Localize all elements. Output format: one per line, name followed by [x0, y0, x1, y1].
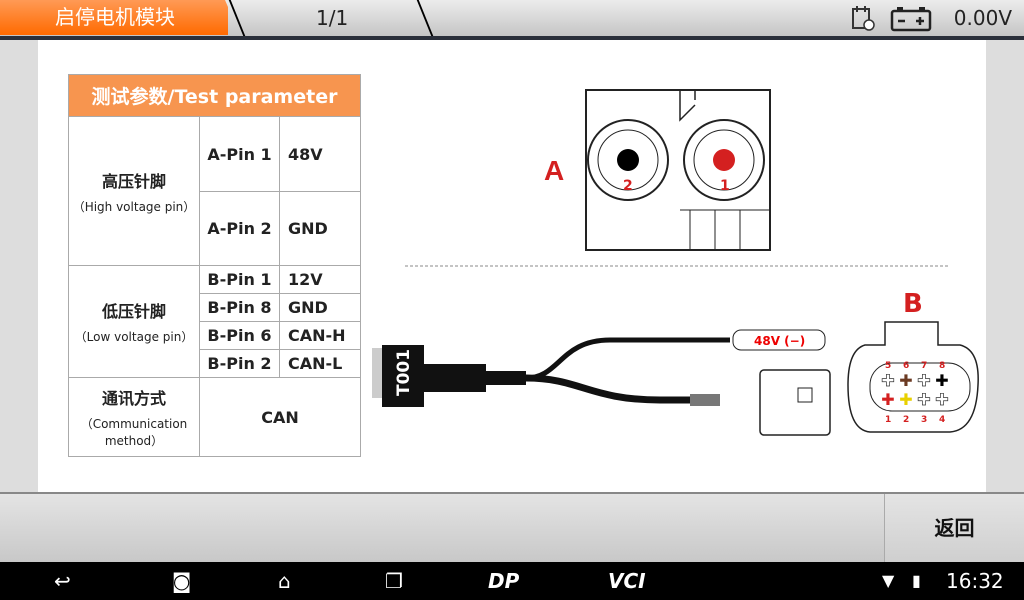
svg-text:✚: ✚ [881, 371, 894, 390]
pin-cell: B-Pin 2 [199, 349, 280, 378]
connector-a-label: A [544, 155, 564, 186]
clip-label: 48V (−) [754, 334, 805, 348]
value-cell: CAN-L [279, 349, 361, 378]
top-bar: 启停电机模块 1/1 0.00V [0, 0, 1024, 37]
tab-separator [228, 0, 246, 36]
group-label-low-voltage: 低压针脚 （Low voltage pin） [68, 265, 200, 378]
tab-separator [416, 0, 434, 36]
pin-cell: B-Pin 6 [199, 321, 280, 350]
svg-text:6: 6 [903, 361, 909, 371]
value-cell: CAN [199, 377, 361, 457]
svg-text:✚: ✚ [899, 390, 912, 409]
module-title-tab[interactable]: 启停电机模块 [0, 0, 228, 35]
back-button[interactable]: 返回 [884, 494, 1024, 562]
group-label: 通讯方式 [101, 389, 166, 408]
value-cell: 12V [279, 265, 361, 294]
value-cell: 48V [279, 116, 361, 192]
value-cell: GND [279, 191, 361, 266]
svg-text:1: 1 [885, 415, 891, 425]
group-label-communication: 通讯方式 （Communication method） [68, 377, 200, 457]
wifi-icon: ▼ [882, 571, 895, 590]
battery-icon [890, 7, 932, 32]
voltage-readout: 0.00V [953, 6, 1012, 30]
recent-apps-icon[interactable]: ❐ [385, 569, 403, 593]
pin-cell: A-Pin 1 [199, 116, 280, 192]
screenshot-camera-icon[interactable]: ◙ [172, 569, 191, 593]
clock: 16:32 [946, 569, 1004, 593]
svg-text:✚: ✚ [917, 371, 930, 390]
svg-text:8: 8 [939, 361, 945, 371]
pin-cell: B-Pin 1 [199, 265, 280, 294]
svg-text:7: 7 [921, 361, 927, 371]
vci-button[interactable]: VCI [608, 569, 646, 593]
svg-text:✚: ✚ [935, 371, 948, 390]
svg-text:5: 5 [885, 361, 891, 371]
svg-text:✚: ✚ [881, 390, 894, 409]
value-cell: CAN-H [279, 321, 361, 350]
connector-a-diagram: A 2 1 [544, 89, 771, 251]
page-indicator: 1/1 [316, 6, 349, 30]
group-sublabel: （High voltage pin） [72, 199, 196, 214]
group-label: 低压针脚 [101, 302, 166, 321]
group-label: 高压针脚 [101, 171, 166, 191]
battery-status-icon: ▮ [912, 571, 921, 590]
table-title: 测试参数/Test parameter [68, 74, 361, 117]
left-margin [0, 40, 38, 492]
bottom-toolbar [0, 492, 1024, 562]
cable-t001: T001 48V (−) [372, 329, 831, 436]
connector-b-diagram: B 5 6 7 8 1 2 3 4 ✚ ✚ ✚ ✚ ✚ ✚ ✚ ✚ [847, 289, 979, 433]
group-label-high-voltage: 高压针脚 （High voltage pin） [68, 116, 200, 266]
cable-label: T001 [394, 349, 414, 396]
calendar-alert-icon [852, 6, 875, 31]
svg-text:3: 3 [921, 415, 927, 425]
svg-text:✚: ✚ [899, 371, 912, 390]
pin-label: 2 [623, 178, 633, 194]
home-icon[interactable]: ⌂ [278, 569, 291, 593]
svg-text:4: 4 [939, 415, 945, 425]
group-sublabel: （Low voltage pin） [74, 330, 194, 344]
back-icon[interactable]: ↩ [54, 569, 71, 593]
pin-label: 1 [720, 178, 730, 194]
value-cell: GND [279, 293, 361, 322]
right-margin [986, 40, 1024, 492]
dp-button[interactable]: DP [488, 569, 519, 593]
svg-text:✚: ✚ [917, 390, 930, 409]
svg-text:2: 2 [903, 415, 909, 425]
connector-b-label: B [903, 289, 923, 319]
android-nav-bar: ↩ ◙ ⌂ ❐ DP VCI ▼ ▮ 16:32 [0, 562, 1024, 600]
svg-text:✚: ✚ [935, 390, 948, 409]
group-sublabel: （Communication method） [80, 417, 188, 448]
pin-cell: A-Pin 2 [199, 191, 280, 266]
wiring-diagram: A 2 1 T001 48V (−) B 5 6 7 8 1 2 3 4 ✚ ✚ ✚… [372, 89, 979, 436]
pin-cell: B-Pin 8 [199, 293, 280, 322]
test-parameter-table: 测试参数/Test parameter 高压针脚 （High voltage pi… [68, 74, 361, 457]
